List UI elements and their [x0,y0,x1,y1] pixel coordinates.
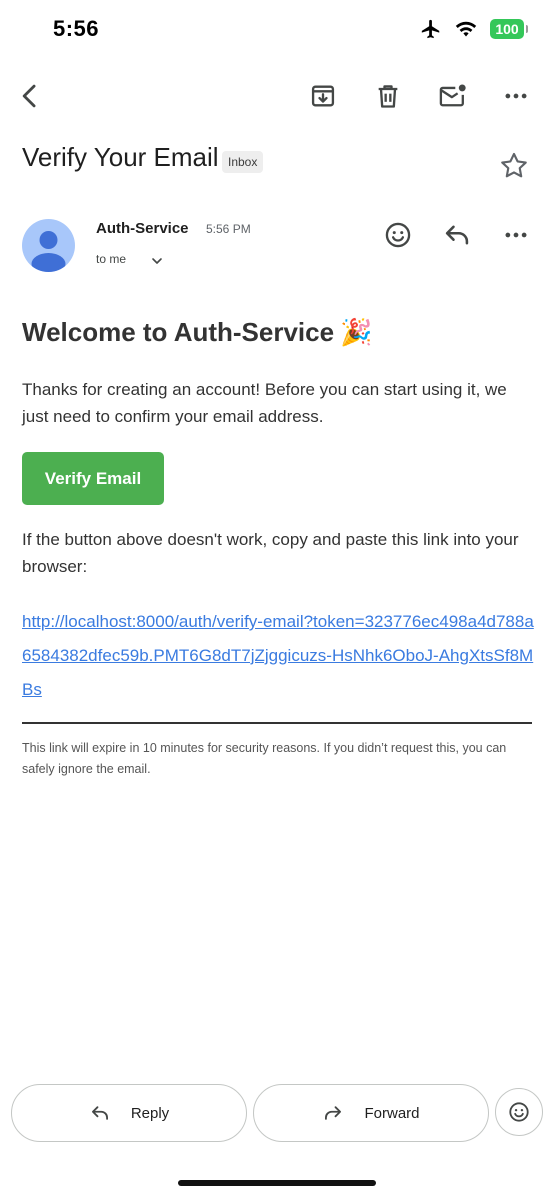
expiry-notice: This link will expire in 10 minutes for … [22,741,507,776]
more-options-button[interactable] [498,78,534,114]
more-icon [505,93,527,99]
smiley-icon [385,222,411,248]
delete-button[interactable] [370,78,406,114]
smiley-icon [509,1102,529,1122]
star-icon [501,152,527,178]
verify-email-button[interactable]: Verify Email [22,452,164,505]
fallback-paragraph: If the button above doesn't work, copy a… [22,530,519,576]
status-bar: 5:56 100 [0,0,554,60]
archive-button[interactable] [305,78,341,114]
react-emoji-button[interactable] [381,218,415,252]
archive-icon [311,85,335,107]
avatar[interactable] [22,219,75,272]
back-button[interactable] [12,78,48,114]
reply-icon [445,225,469,245]
sender-name: Auth-Service [96,220,189,237]
reply-label: Reply [130,1104,170,1122]
email-toolbar [0,70,554,122]
recipient-details[interactable]: to me [96,252,126,266]
divider [22,722,532,724]
status-icons: 100 [420,18,528,40]
email-subject: Verify Your Email [22,142,219,172]
more-icon [505,232,527,238]
welcome-heading: Welcome to Auth-Service 🎉 [22,317,372,348]
welcome-heading-text: Welcome to Auth-Service [22,317,335,347]
reply-pill-button[interactable]: Reply [11,1084,247,1142]
home-indicator[interactable] [178,1180,376,1186]
intro-paragraph: Thanks for creating an account! Before y… [22,380,507,426]
emoji-reaction-button[interactable] [495,1088,543,1136]
mark-unread-icon [439,84,466,107]
mark-unread-button[interactable] [435,78,471,114]
reply-icon [91,1106,108,1120]
reply-button[interactable] [440,218,474,252]
party-popper-icon: 🎉 [340,317,373,347]
star-button[interactable] [498,150,530,182]
forward-pill-button[interactable]: Forward [253,1084,489,1142]
delete-icon [378,85,398,108]
verification-link[interactable]: http://localhost:8000/auth/verify-email?… [22,605,534,707]
airplane-mode-icon [421,19,440,39]
forward-icon [325,1106,342,1120]
sent-time: 5:56 PM [206,222,251,236]
forward-label: Forward [364,1104,420,1122]
chevron-down-icon [152,258,162,264]
recipient-expand-button[interactable] [150,254,164,268]
battery-icon: 100 [490,19,528,39]
status-time: 5:56 [53,16,100,41]
message-more-button[interactable] [499,218,533,252]
wifi-icon [455,21,477,37]
inbox-label-chip[interactable]: Inbox [222,151,264,173]
back-icon [22,84,36,108]
person-icon [31,231,66,272]
